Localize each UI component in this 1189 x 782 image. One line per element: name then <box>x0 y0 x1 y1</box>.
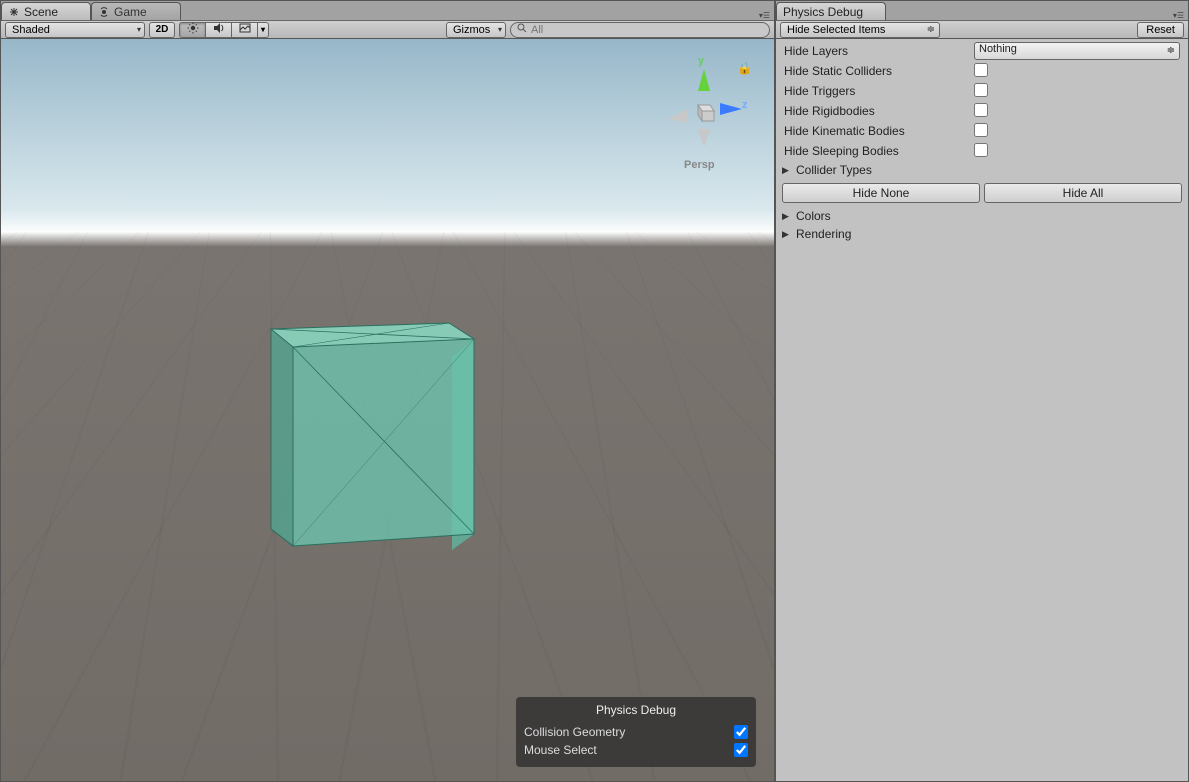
inspector-tab-row: Physics Debug ▾☰ <box>776 1 1188 20</box>
axis-y-label: y <box>698 55 704 67</box>
overlay-mouse-select-row: Mouse Select <box>524 741 748 759</box>
hide-mode-value: Hide Selected Items <box>787 24 885 36</box>
hide-layers-value: Nothing <box>979 43 1017 55</box>
orientation-gizmo[interactable]: 🔒 y z Persp <box>654 59 754 179</box>
shading-mode-value: Shaded <box>12 24 50 36</box>
window-menu-icon[interactable]: ▾☰ <box>759 11 774 20</box>
hide-none-label: Hide None <box>853 186 910 200</box>
hide-triggers-row: Hide Triggers <box>780 81 1184 101</box>
tab-physics-debug-label: Physics Debug <box>783 5 863 19</box>
tab-physics-debug[interactable]: Physics Debug <box>776 2 886 20</box>
fx-dropdown-arrow[interactable]: ▾ <box>257 22 269 38</box>
hide-sleeping-bodies-label: Hide Sleeping Bodies <box>784 144 974 158</box>
rendering-label: Rendering <box>796 227 851 241</box>
hide-static-colliders-row: Hide Static Colliders <box>780 61 1184 81</box>
inspector-window-menu-icon[interactable]: ▾☰ <box>1173 11 1188 20</box>
audio-toggle[interactable] <box>205 22 231 38</box>
hide-layers-dropdown[interactable]: Nothing <box>974 42 1180 60</box>
scene-search-input[interactable] <box>531 24 763 36</box>
search-icon <box>517 23 527 36</box>
hide-layers-label: Hide Layers <box>784 44 974 58</box>
reset-label: Reset <box>1146 24 1175 36</box>
gizmos-label: Gizmos <box>453 24 490 36</box>
shading-mode-dropdown[interactable]: Shaded <box>5 22 145 38</box>
hide-kinematic-bodies-row: Hide Kinematic Bodies <box>780 121 1184 141</box>
colors-foldout[interactable]: ▶ Colors <box>780 207 1184 225</box>
scene-overlay-panel[interactable]: Physics Debug Collision Geometry Mouse S… <box>516 697 756 767</box>
overlay-collision-geometry-label: Collision Geometry <box>524 725 625 739</box>
twoD-toggle[interactable]: 2D <box>149 22 175 38</box>
physics-debug-panel: Physics Debug ▾☰ Hide Selected Items Res… <box>775 0 1189 782</box>
tab-game[interactable]: Game <box>91 2 181 20</box>
scene-search[interactable] <box>510 22 770 38</box>
speaker-icon <box>213 22 225 37</box>
inspector-body: Hide Layers Nothing Hide Static Collider… <box>776 39 1188 781</box>
scene-tab-row: Scene Game ▾☰ <box>1 1 774 20</box>
hide-sleeping-bodies-row: Hide Sleeping Bodies <box>780 141 1184 161</box>
hide-rigidbodies-row: Hide Rigidbodies <box>780 101 1184 121</box>
game-tab-icon <box>98 6 110 18</box>
hide-triggers-checkbox[interactable] <box>974 83 988 97</box>
hide-kinematic-bodies-checkbox[interactable] <box>974 123 988 137</box>
axis-z-label: z <box>742 99 748 111</box>
collider-types-foldout[interactable]: ▶ Collider Types <box>780 161 1184 179</box>
overlay-mouse-select-label: Mouse Select <box>524 743 597 757</box>
collider-types-label: Collider Types <box>796 163 872 177</box>
lighting-toggle[interactable] <box>179 22 205 38</box>
hide-mode-dropdown[interactable]: Hide Selected Items <box>780 22 940 38</box>
hide-triggers-label: Hide Triggers <box>784 84 974 98</box>
inspector-toolbar: Hide Selected Items Reset <box>776 20 1188 39</box>
overlay-mouse-select-checkbox[interactable] <box>734 743 748 757</box>
scene-toolbar: Shaded 2D ▾ Gizmos <box>1 20 774 39</box>
gizmos-dropdown[interactable]: Gizmos <box>446 22 506 38</box>
scene-viewport[interactable]: 🔒 y z Persp Physics Debug Colli <box>1 39 774 781</box>
hide-sleeping-bodies-checkbox[interactable] <box>974 143 988 157</box>
tab-scene-label: Scene <box>24 5 58 19</box>
colors-label: Colors <box>796 209 831 223</box>
hide-rigidbodies-label: Hide Rigidbodies <box>784 104 974 118</box>
cube-geometry <box>249 289 499 589</box>
lock-icon[interactable]: 🔒 <box>737 61 752 75</box>
tab-scene[interactable]: Scene <box>1 2 91 20</box>
scene-overlay-title: Physics Debug <box>524 701 748 723</box>
tab-game-label: Game <box>114 5 147 19</box>
fx-toggle[interactable] <box>231 22 257 38</box>
hide-none-button[interactable]: Hide None <box>782 183 980 203</box>
hide-buttons-row: Hide None Hide All <box>780 179 1184 207</box>
triangle-right-icon: ▶ <box>782 211 792 222</box>
scene-tab-icon <box>8 6 20 18</box>
scene-panel: Scene Game ▾☰ Shaded 2D <box>0 0 775 782</box>
image-icon <box>239 22 251 37</box>
triangle-right-icon: ▶ <box>782 165 792 176</box>
hide-static-colliders-label: Hide Static Colliders <box>784 64 974 78</box>
sun-icon <box>187 22 199 37</box>
hide-all-button[interactable]: Hide All <box>984 183 1182 203</box>
triangle-right-icon: ▶ <box>782 229 792 240</box>
hide-static-colliders-checkbox[interactable] <box>974 63 988 77</box>
rendering-foldout[interactable]: ▶ Rendering <box>780 225 1184 243</box>
overlay-collision-geometry-row: Collision Geometry <box>524 723 748 741</box>
overlay-collision-geometry-checkbox[interactable] <box>734 725 748 739</box>
reset-button[interactable]: Reset <box>1137 22 1184 38</box>
hide-kinematic-bodies-label: Hide Kinematic Bodies <box>784 124 974 138</box>
hide-layers-row: Hide Layers Nothing <box>780 41 1184 61</box>
lighting-group: ▾ <box>179 22 269 38</box>
persp-label: Persp <box>684 159 715 171</box>
hide-all-label: Hide All <box>1063 186 1104 200</box>
hide-rigidbodies-checkbox[interactable] <box>974 103 988 117</box>
twoD-label: 2D <box>156 24 169 35</box>
